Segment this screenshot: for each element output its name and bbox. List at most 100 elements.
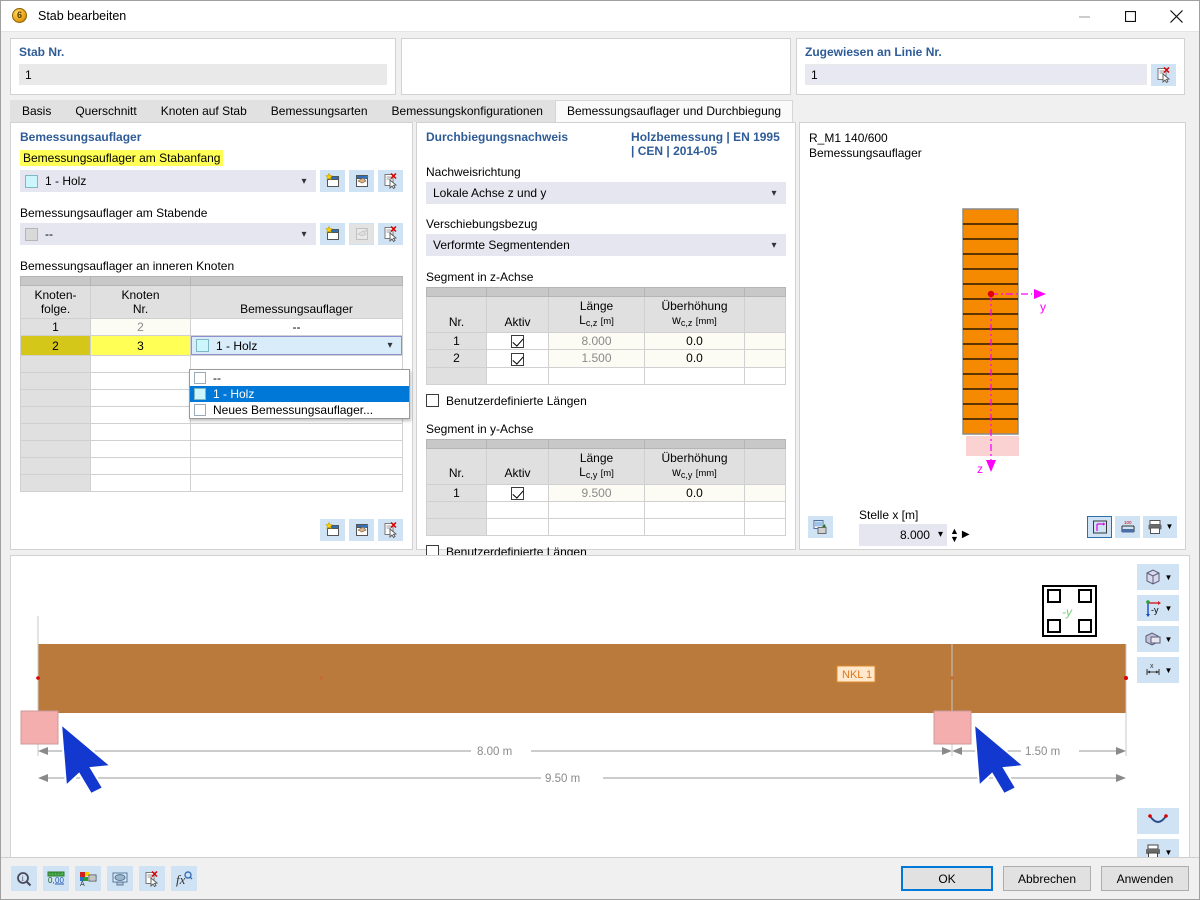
table-row[interactable]: 2 1.500 0.0 xyxy=(427,350,786,367)
chevron-down-icon[interactable]: ▼ xyxy=(1165,604,1173,613)
table-row[interactable]: 1 9.500 0.0 xyxy=(427,484,786,501)
active-checkbox[interactable] xyxy=(511,487,524,500)
dropdown-option[interactable]: -- xyxy=(190,370,409,386)
show-dimensions-button[interactable]: 100 xyxy=(1115,516,1140,538)
cross-section-graphic: y z xyxy=(800,169,1185,506)
cell-active[interactable] xyxy=(487,350,549,367)
maximize-button[interactable] xyxy=(1107,1,1153,32)
table-row[interactable]: 1 2 -- xyxy=(21,319,403,336)
cross-section-view[interactable]: y z xyxy=(800,169,1185,504)
col-camber-unit: [mm] xyxy=(696,316,717,327)
tab-bemessungsauflager-und-durchbiegung[interactable]: Bemessungsauflager und Durchbiegung xyxy=(555,100,793,122)
dropdown-option-label: 1 - Holz xyxy=(213,387,254,401)
chevron-down-icon[interactable]: ▼ xyxy=(1165,848,1173,857)
pick-line-button[interactable] xyxy=(1151,64,1176,86)
cell-length[interactable]: 8.000 xyxy=(549,333,645,350)
dropdown-option[interactable]: 1 - Holz xyxy=(190,386,409,402)
inline-support-combo[interactable]: 1 - Holz ▾ xyxy=(191,336,402,355)
cell-length[interactable]: 9.500 xyxy=(549,484,645,501)
cell-node[interactable]: 3 xyxy=(91,336,191,356)
model-view-panel[interactable]: NKL 1 8.00 m 1.50 m 9.50 m xyxy=(10,555,1190,860)
direction-combo[interactable]: Lokale Achse z und y ▾ xyxy=(426,182,786,204)
ok-button[interactable]: OK xyxy=(901,866,993,891)
color-swatch xyxy=(196,339,209,352)
cell-camber[interactable]: 0.0 xyxy=(645,333,745,350)
chevron-down-icon[interactable]: ▼ xyxy=(1165,635,1173,644)
segment-z-table: xNr. xAktiv Länge Lc,z [m] Überhöhung wc… xyxy=(426,287,786,385)
cell-support-editor[interactable]: 1 - Holz ▾ xyxy=(191,336,403,356)
chevron-down-icon[interactable]: ▾ xyxy=(383,340,397,351)
chevron-down-icon[interactable]: ▼ xyxy=(1166,522,1174,531)
start-support-edit-button[interactable] xyxy=(349,170,374,192)
member-number-input[interactable]: 1 xyxy=(19,64,387,85)
chevron-down-icon[interactable]: ▼ xyxy=(1165,573,1173,582)
formula-button[interactable]: fx xyxy=(171,866,197,891)
cell-active[interactable] xyxy=(487,484,549,501)
tab-basis[interactable]: Basis xyxy=(10,100,63,122)
col-support-label: Bemessungsauflager xyxy=(240,302,353,316)
reference-combo[interactable]: Verformte Segmentenden ▾ xyxy=(426,234,786,256)
info-button[interactable]: i xyxy=(11,866,37,891)
cell-length[interactable]: 1.500 xyxy=(549,350,645,367)
dropdown-option[interactable]: Neues Bemessungsauflager... xyxy=(190,402,409,418)
svg-text:-y: -y xyxy=(1062,605,1073,619)
inline-support-value: 1 - Holz xyxy=(216,339,383,353)
visibility-button[interactable] xyxy=(107,866,133,891)
dim-top-label: 8.00 m xyxy=(477,746,512,758)
cell-active[interactable] xyxy=(487,333,549,350)
cell-camber[interactable]: 0.0 xyxy=(645,350,745,367)
print-button[interactable]: ▼ xyxy=(1143,516,1177,538)
end-support-delete-button[interactable] xyxy=(378,223,403,245)
tab-bemessungskonfigurationen[interactable]: Bemessungskonfigurationen xyxy=(380,100,555,122)
end-support-combo[interactable]: -- ▾ xyxy=(20,223,316,245)
close-button[interactable] xyxy=(1153,1,1199,32)
start-support-new-button[interactable] xyxy=(320,170,345,192)
table-color-header xyxy=(21,277,403,286)
custom-lengths-z-row[interactable]: Benutzerdefinierte Längen xyxy=(426,385,786,408)
start-support-delete-button[interactable] xyxy=(378,170,403,192)
render-mode-button[interactable]: ▼ xyxy=(1137,626,1179,652)
spinner-up-down-icon[interactable]: ▲▼ xyxy=(950,527,959,543)
show-axes-button[interactable] xyxy=(1087,516,1112,538)
start-support-combo[interactable]: 1 - Holz ▾ xyxy=(20,170,316,192)
view-cube-button[interactable]: ▼ xyxy=(1137,564,1179,590)
minimize-button[interactable] xyxy=(1061,1,1107,32)
active-checkbox[interactable] xyxy=(511,335,524,348)
colors-button[interactable]: A xyxy=(75,866,101,891)
deformation-button[interactable] xyxy=(1137,808,1179,834)
support-dropdown-popup[interactable]: -- 1 - Holz Neues Bemessungsauflager... xyxy=(189,369,410,419)
apply-button[interactable]: Anwenden xyxy=(1101,866,1189,891)
dimensions-button[interactable]: x ▼ xyxy=(1137,657,1179,683)
cell-node[interactable]: 2 xyxy=(91,319,191,336)
inner-support-edit-button[interactable] xyxy=(349,519,374,541)
cancel-button[interactable]: Abbrechen xyxy=(1003,866,1091,891)
table-row[interactable]: 2 3 1 - Holz ▾ xyxy=(21,336,403,356)
axis-y-label: y xyxy=(1040,300,1046,314)
status-bar: i 0, 00 xyxy=(1,857,1199,899)
cell-support[interactable]: -- xyxy=(191,319,403,336)
tab-bar: Basis Querschnitt Knoten auf Stab Bemess… xyxy=(1,99,1199,122)
custom-lengths-z-checkbox[interactable] xyxy=(426,394,439,407)
col-camber-unit: [mm] xyxy=(696,468,717,479)
export-image-button[interactable] xyxy=(808,516,833,538)
tab-querschnitt[interactable]: Querschnitt xyxy=(63,100,148,122)
view-direction-button[interactable]: -y ▼ xyxy=(1137,595,1179,621)
end-support-new-button[interactable] xyxy=(320,223,345,245)
active-checkbox[interactable] xyxy=(511,353,524,366)
col-length-symbol: L xyxy=(579,465,586,479)
tab-bemessungsarten[interactable]: Bemessungsarten xyxy=(259,100,380,122)
chevron-down-icon[interactable]: ▼ xyxy=(1165,666,1173,675)
chevron-down-icon[interactable]: ▾ xyxy=(938,529,943,540)
table-empty-row xyxy=(21,441,403,458)
svg-text:x: x xyxy=(1150,663,1154,670)
comment-button[interactable] xyxy=(139,866,165,891)
units-button[interactable]: 0, 00 xyxy=(43,866,69,891)
inner-support-new-button[interactable] xyxy=(320,519,345,541)
position-input[interactable]: 8.000 ▾ xyxy=(859,524,947,546)
inner-support-delete-button[interactable] xyxy=(378,519,403,541)
next-position-icon[interactable]: ▶ xyxy=(962,529,970,540)
cell-camber[interactable]: 0.0 xyxy=(645,484,745,501)
assigned-line-input[interactable]: 1 xyxy=(805,64,1147,85)
tab-knoten-auf-stab[interactable]: Knoten auf Stab xyxy=(149,100,259,122)
table-row[interactable]: 1 8.000 0.0 xyxy=(427,333,786,350)
